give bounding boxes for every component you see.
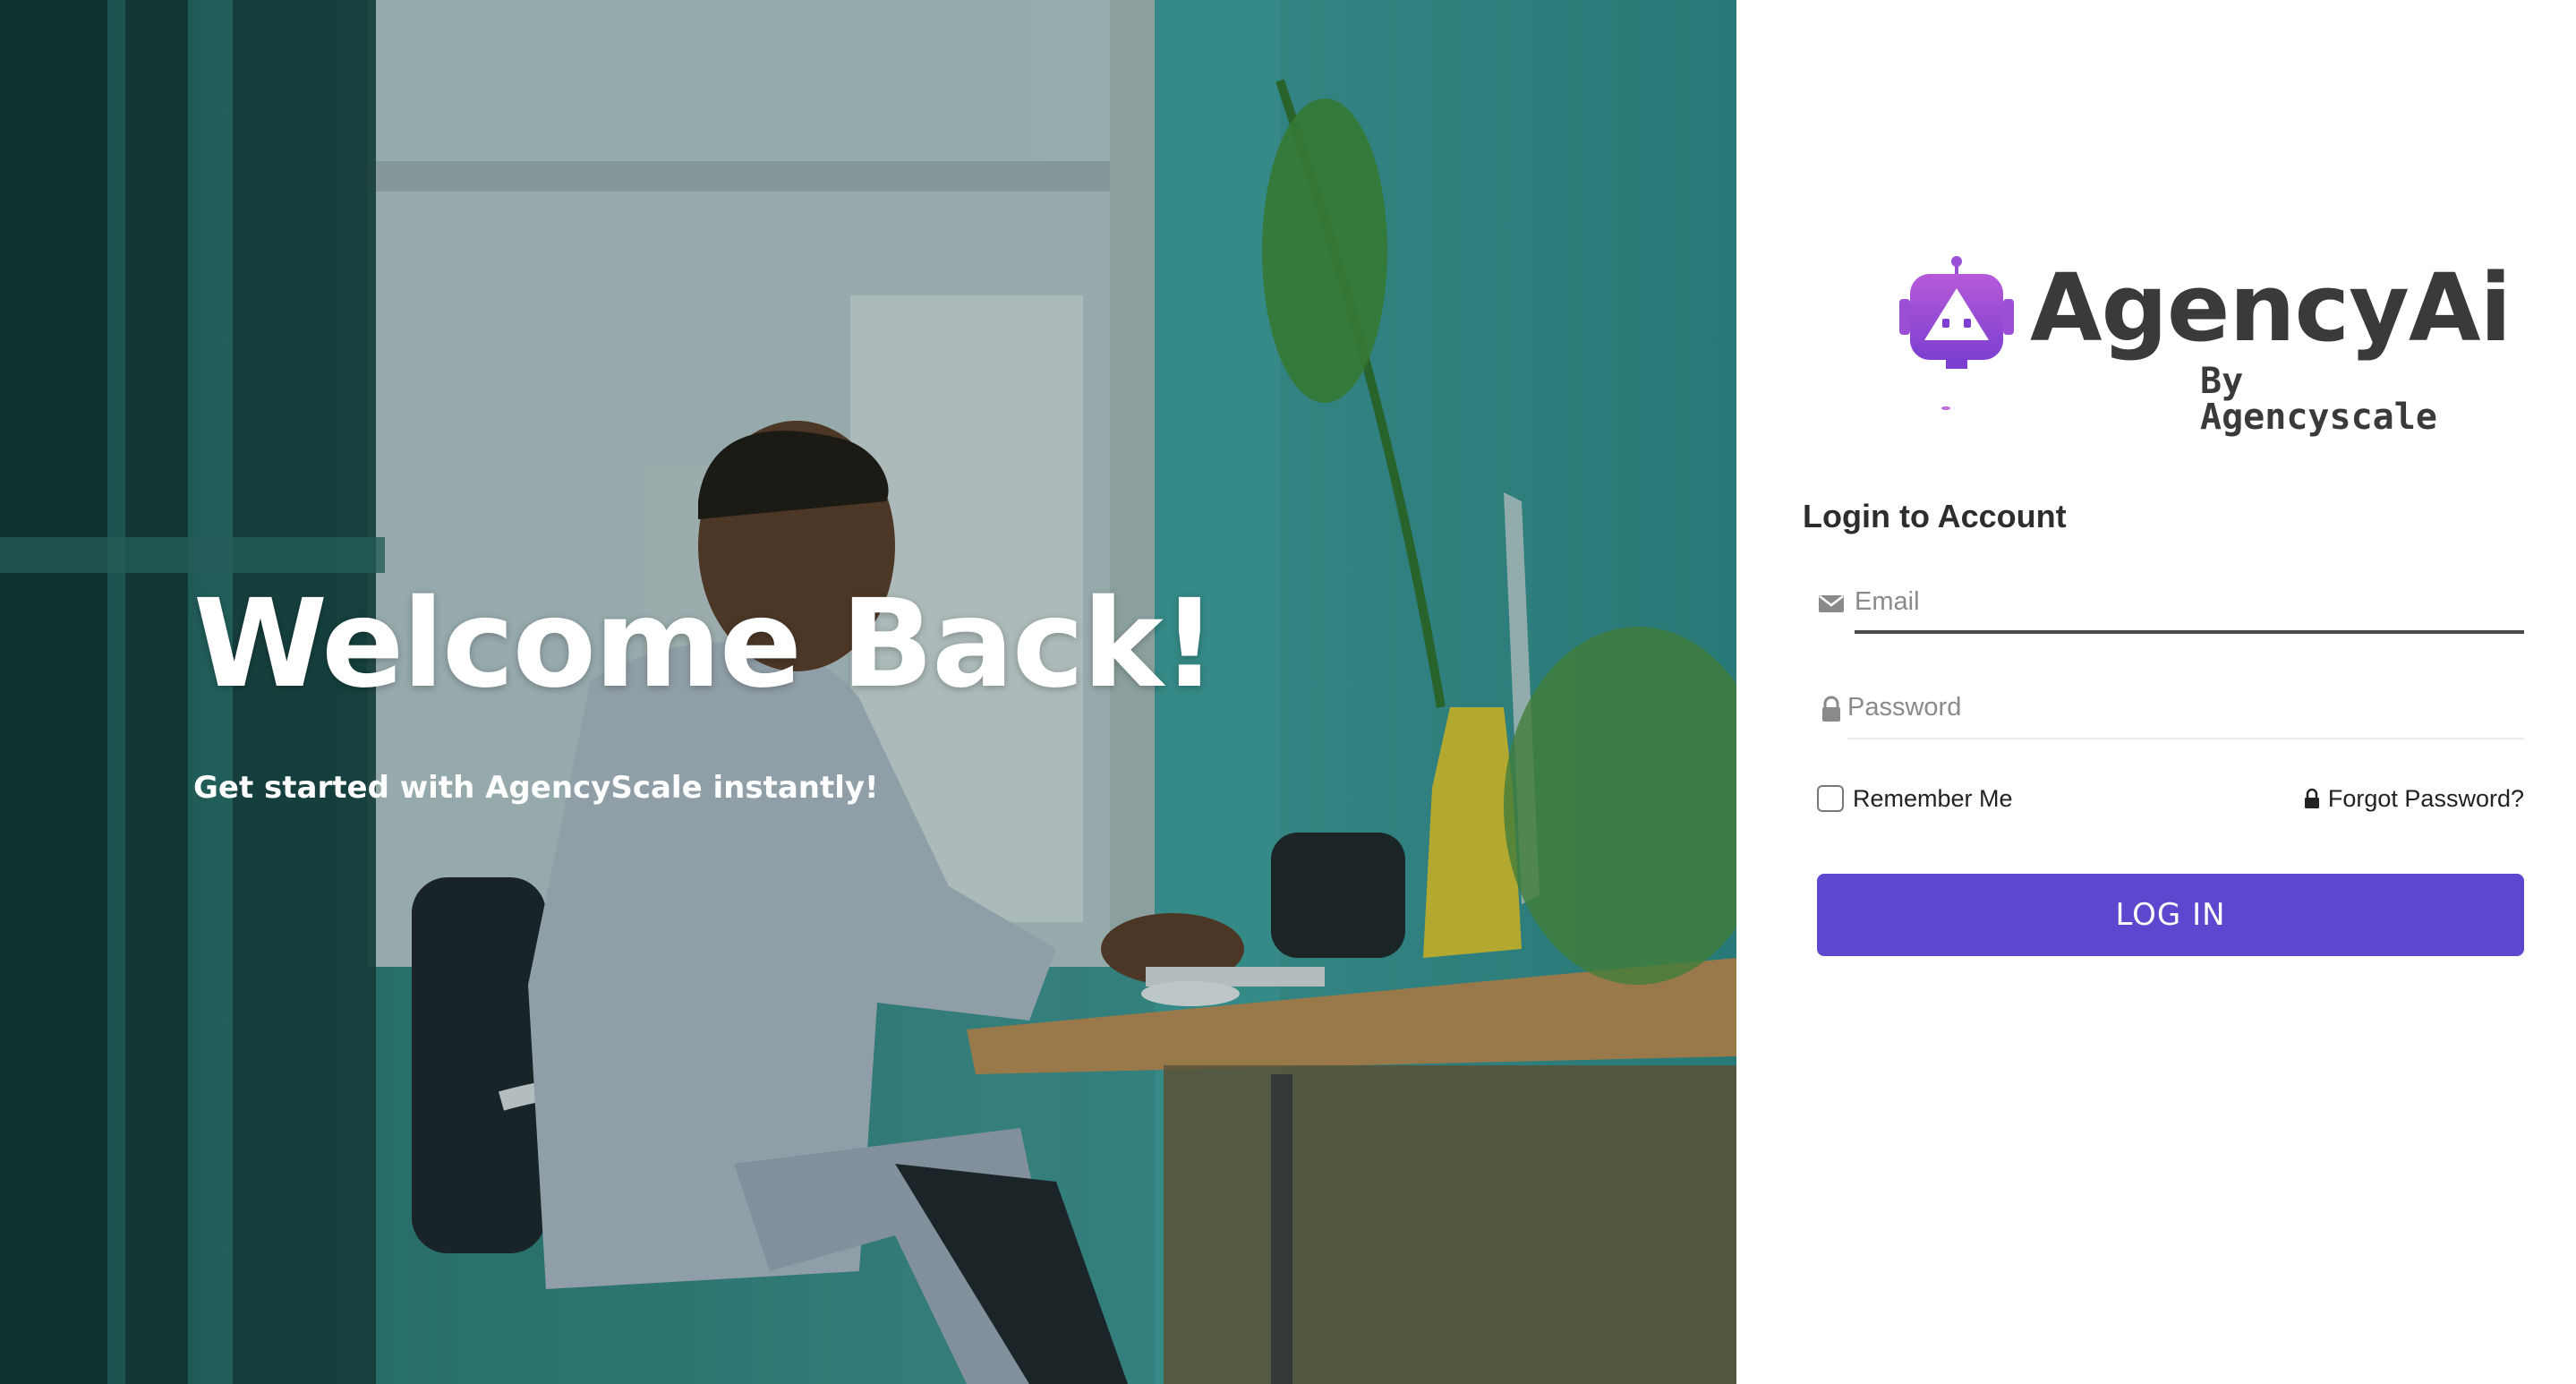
hero-title: Welcome Back! — [193, 574, 1217, 715]
forgot-password-label: Forgot Password? — [2327, 784, 2524, 812]
remember-me-label: Remember Me — [1853, 784, 2013, 812]
logo-subtext: By Agencyscale — [2200, 361, 2437, 438]
lock-icon — [2304, 788, 2319, 808]
remember-me-checkbox[interactable] — [1817, 785, 1844, 812]
remember-me-control[interactable]: Remember Me — [1817, 781, 2013, 816]
password-input[interactable] — [1847, 682, 2524, 732]
password-underline — [1847, 738, 2524, 739]
logo-wordmark: AgencyAi — [2030, 253, 2512, 363]
login-heading: Login to Account — [1803, 498, 2067, 534]
login-button[interactable]: LOG IN — [1817, 874, 2524, 956]
forgot-password-link[interactable]: Forgot Password? — [2303, 781, 2524, 816]
login-panel: AgencyAi By Agencyscale Login to Account… — [1736, 0, 2576, 1384]
lock-icon — [1822, 696, 1840, 722]
robot-icon — [1899, 256, 2014, 410]
email-underline — [1855, 630, 2524, 634]
password-field — [1817, 677, 2524, 739]
hero-panel: Welcome Back! Get started with AgencySca… — [0, 0, 1736, 1384]
envelope-icon — [1819, 595, 1844, 612]
hero-subtitle: Get started with AgencyScale instantly! — [193, 770, 879, 806]
brand-logo: AgencyAi By Agencyscale — [1896, 252, 2512, 435]
email-field — [1817, 571, 2524, 634]
email-input[interactable] — [1855, 577, 2524, 627]
